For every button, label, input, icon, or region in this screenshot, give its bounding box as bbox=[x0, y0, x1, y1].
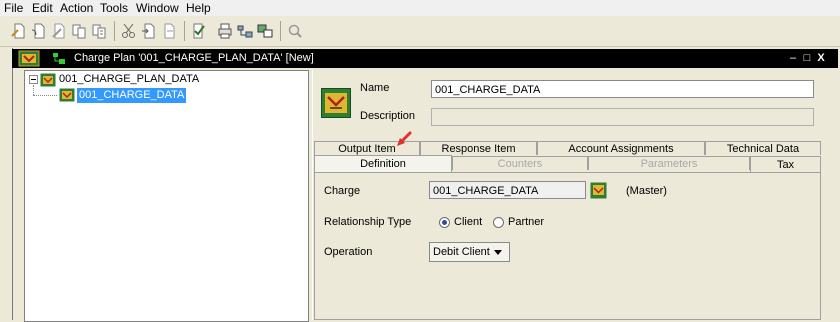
tab-technical-data[interactable]: Technical Data bbox=[705, 141, 821, 155]
menu-tools[interactable]: Tools bbox=[100, 1, 128, 15]
tree-child-label-selected[interactable]: 001_CHARGE_DATA bbox=[77, 88, 187, 103]
radio-partner-label[interactable]: Partner bbox=[508, 216, 544, 228]
name-field[interactable]: 001_CHARGE_DATA bbox=[431, 80, 814, 98]
pointer-arrow-icon bbox=[397, 131, 412, 146]
radio-partner[interactable] bbox=[493, 217, 504, 228]
tab-definition[interactable]: Definition bbox=[314, 155, 452, 172]
menu-bar: File Edit Action Tools Window Help bbox=[0, 0, 840, 16]
maximize-button[interactable]: □ bbox=[802, 52, 812, 64]
charge-plan-icon bbox=[18, 50, 40, 67]
translate-icon[interactable] bbox=[256, 22, 274, 40]
operation-dropdown[interactable]: Debit Client bbox=[429, 242, 510, 262]
print-icon[interactable] bbox=[216, 22, 234, 40]
description-field[interactable] bbox=[431, 108, 814, 126]
tree-root-label[interactable]: 001_CHARGE_PLAN_DATA bbox=[59, 73, 199, 85]
minimize-button[interactable]: – bbox=[788, 52, 798, 64]
tree-line bbox=[33, 85, 35, 95]
search-icon[interactable] bbox=[286, 22, 304, 40]
charge-master-note: (Master) bbox=[626, 185, 667, 197]
window-titlebar: Charge Plan '001_CHARGE_PLAN_DATA' [New]… bbox=[12, 49, 838, 68]
menu-edit[interactable]: Edit bbox=[32, 1, 53, 15]
menu-help[interactable]: Help bbox=[186, 1, 211, 15]
toolbar bbox=[0, 16, 840, 47]
operation-value: Debit Client bbox=[433, 246, 490, 258]
window-title: Charge Plan '001_CHARGE_PLAN_DATA' [New] bbox=[74, 52, 314, 64]
close-button[interactable]: X bbox=[816, 52, 826, 64]
menu-file[interactable]: File bbox=[4, 1, 23, 15]
collapse-toggle-icon[interactable] bbox=[29, 75, 38, 84]
tab-counters[interactable]: Counters bbox=[452, 156, 588, 170]
charge-plan-tree[interactable]: 001_CHARGE_PLAN_DATA 001_CHARGE_DATA bbox=[24, 70, 309, 322]
radio-client[interactable] bbox=[439, 217, 450, 228]
tree-line bbox=[33, 95, 57, 97]
tab-response-item[interactable]: Response Item bbox=[420, 141, 537, 155]
paste-icon[interactable] bbox=[90, 22, 108, 40]
export-icon[interactable] bbox=[140, 22, 158, 40]
toolbar-separator bbox=[184, 21, 185, 41]
operation-label: Operation bbox=[324, 246, 373, 258]
charge-node-icon bbox=[59, 88, 75, 102]
charge-plan-node-icon bbox=[40, 73, 56, 87]
name-label: Name bbox=[360, 82, 390, 94]
check-icon[interactable] bbox=[190, 22, 208, 40]
charge-label: Charge bbox=[324, 185, 361, 197]
charge-field[interactable]: 001_CHARGE_DATA bbox=[429, 181, 586, 199]
tab-tax[interactable]: Tax bbox=[750, 156, 821, 172]
radio-client-label[interactable]: Client bbox=[454, 216, 482, 228]
charge-lookup-icon[interactable] bbox=[590, 182, 607, 199]
description-label: Description bbox=[360, 110, 416, 122]
copy-icon[interactable] bbox=[70, 22, 88, 40]
menu-window[interactable]: Window bbox=[136, 1, 179, 15]
tab-account-assignments[interactable]: Account Assignments bbox=[537, 141, 705, 155]
charge-large-icon bbox=[321, 88, 351, 118]
toolbar-separator bbox=[280, 21, 281, 41]
cut-icon[interactable] bbox=[120, 22, 138, 40]
edit-icon[interactable] bbox=[50, 22, 68, 40]
new-icon[interactable] bbox=[10, 22, 28, 40]
open-icon[interactable] bbox=[30, 22, 48, 40]
relationship-type-label: Relationship Type bbox=[324, 216, 412, 228]
tree-icon[interactable] bbox=[236, 22, 254, 40]
toolbar-separator bbox=[114, 21, 115, 41]
menu-action[interactable]: Action bbox=[60, 1, 93, 15]
tree-window-icon bbox=[53, 53, 65, 64]
chevron-down-icon bbox=[494, 250, 502, 255]
tab-parameters[interactable]: Parameters bbox=[588, 156, 750, 170]
import-icon[interactable] bbox=[160, 22, 178, 40]
